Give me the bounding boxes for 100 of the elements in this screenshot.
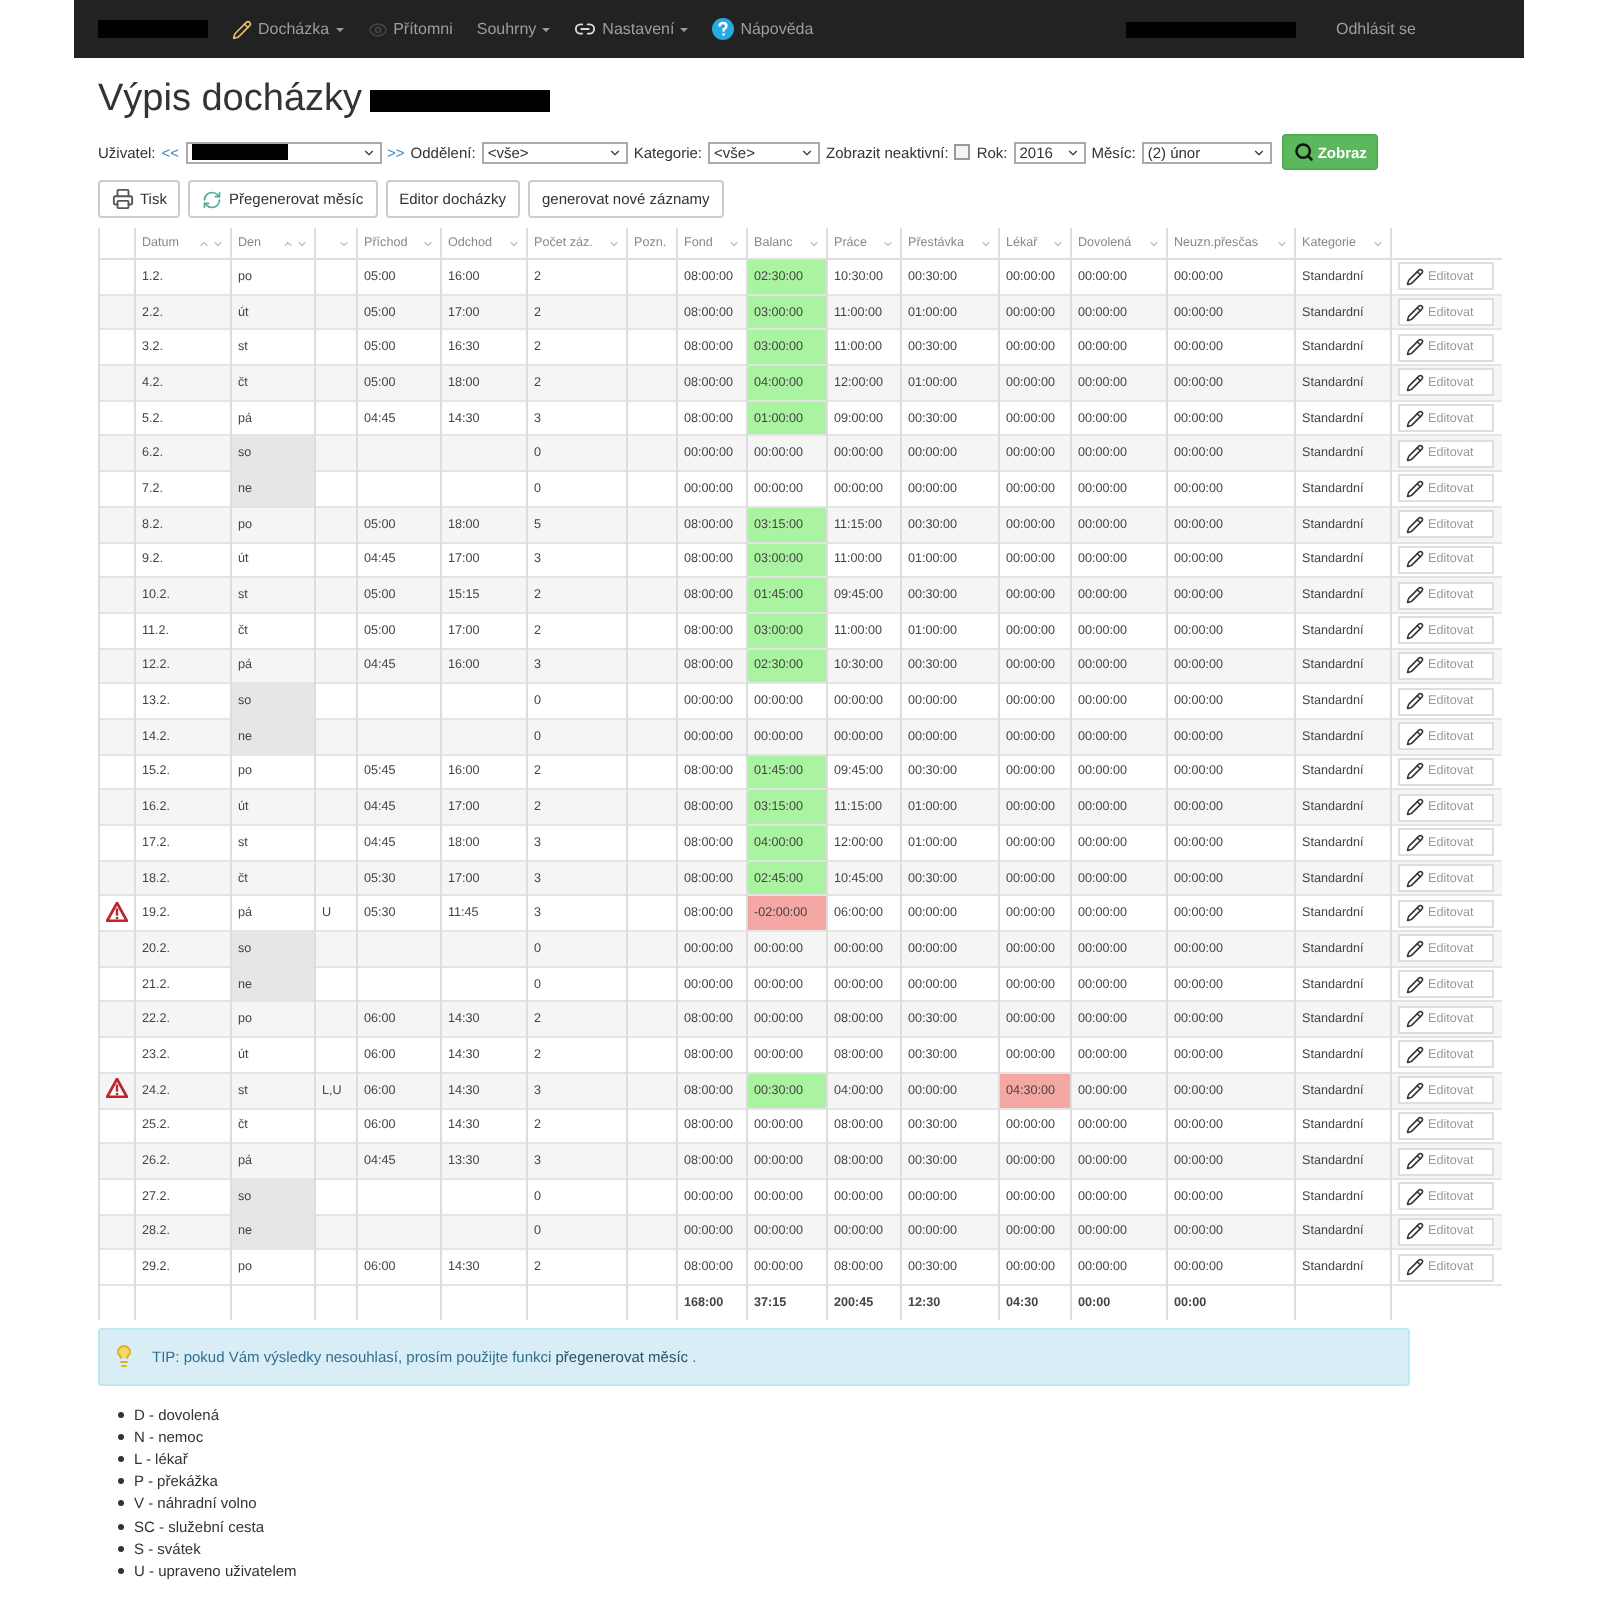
caret-icon — [335, 27, 344, 31]
pencil-icon — [1406, 586, 1424, 605]
bullet-icon — [118, 1411, 124, 1418]
eye-icon — [367, 19, 388, 39]
printer-icon — [112, 188, 134, 210]
pencil-icon — [1406, 1045, 1424, 1064]
pencil-icon — [232, 19, 252, 39]
pencil-icon — [1406, 1187, 1424, 1206]
table-cell — [315, 825, 357, 861]
table-cell — [441, 1178, 527, 1215]
table-cell — [357, 718, 441, 755]
caret-icon — [680, 27, 689, 31]
bullet-icon — [118, 1545, 124, 1552]
bullet-icon — [118, 1523, 124, 1530]
caret-icon — [212, 237, 224, 249]
bullet-icon — [118, 1456, 124, 1463]
caret-icon — [361, 145, 376, 159]
sort-icon — [282, 237, 294, 249]
pencil-icon — [1406, 762, 1424, 781]
warning-icon — [106, 901, 128, 922]
table-cell — [441, 718, 527, 755]
caret-icon — [1251, 145, 1266, 159]
pencil-icon — [1406, 303, 1424, 322]
nav-menu-item[interactable]: Souhrny — [476, 20, 551, 38]
pencil-icon — [1406, 267, 1424, 286]
pencil-icon — [1406, 904, 1424, 923]
pencil-icon — [1406, 621, 1424, 640]
caret-icon — [1052, 237, 1064, 249]
page-title: Výpis docházky — [98, 78, 363, 122]
caret-icon — [1276, 237, 1288, 249]
pencil-icon — [1406, 338, 1424, 357]
caret-icon — [296, 237, 308, 249]
table-cell — [315, 931, 357, 967]
bullet-icon — [118, 1433, 124, 1440]
bullet-icon — [118, 1500, 124, 1507]
caret-icon — [607, 145, 622, 159]
redaction-bar — [98, 20, 208, 38]
table-cell — [315, 506, 357, 542]
pencil-icon — [1406, 550, 1424, 569]
pencil-icon — [1406, 656, 1424, 675]
pencil-icon — [1406, 1010, 1424, 1029]
table-cell — [441, 471, 527, 507]
nav-menu-item[interactable]: Nápověda — [712, 18, 814, 40]
pencil-icon — [1406, 975, 1424, 994]
caret-icon — [608, 237, 620, 249]
pencil-icon — [1406, 727, 1424, 746]
caret-icon — [980, 237, 992, 249]
caret-icon — [800, 145, 815, 159]
caret-icon — [1065, 145, 1080, 159]
caret-icon — [338, 237, 350, 249]
table-cell — [315, 718, 357, 755]
pencil-icon — [1406, 798, 1424, 817]
table-cell — [315, 683, 357, 719]
caret-icon — [882, 237, 894, 249]
table-cell — [357, 683, 441, 719]
table-cell — [357, 471, 441, 507]
pencil-icon — [1406, 515, 1424, 534]
nav-menu-item[interactable]: Nastavení — [574, 18, 689, 40]
help-icon — [712, 18, 735, 40]
pencil-icon — [1406, 1258, 1424, 1277]
pencil-icon — [1406, 1116, 1424, 1135]
pencil-icon — [1406, 692, 1424, 711]
caret-icon — [1372, 237, 1384, 249]
caret-icon — [728, 237, 740, 249]
table-cell — [315, 365, 357, 401]
pencil-icon — [1406, 479, 1424, 498]
table-cell — [315, 1178, 357, 1215]
table-cell — [315, 612, 357, 649]
caret-icon — [422, 237, 434, 249]
logout-link[interactable]: Odhlásit se — [1335, 20, 1416, 38]
pencil-icon — [1406, 444, 1424, 463]
table-cell — [315, 471, 357, 507]
caret-icon — [1148, 237, 1160, 249]
table-cell — [315, 1037, 357, 1073]
nav-menu-item[interactable]: Přítomni — [367, 19, 453, 39]
lightbulb-icon — [112, 1344, 136, 1369]
caret-icon — [808, 237, 820, 249]
pencil-icon — [1406, 833, 1424, 852]
table-cell — [357, 931, 441, 967]
warning-icon — [106, 1078, 128, 1099]
pencil-icon — [1406, 869, 1424, 888]
search-icon — [1293, 142, 1314, 162]
caret-icon — [542, 27, 551, 31]
sort-icon — [198, 237, 210, 249]
table-cell — [441, 931, 527, 967]
table-cell — [315, 1143, 357, 1179]
link-icon — [574, 18, 597, 40]
refresh-icon — [202, 189, 223, 209]
table-cell — [315, 577, 357, 613]
user-select[interactable] — [185, 141, 382, 163]
bullet-icon — [118, 1568, 124, 1575]
nav-menu-item[interactable]: Docházka — [232, 19, 344, 39]
table-cell — [357, 1178, 441, 1215]
pencil-icon — [1406, 1081, 1424, 1100]
table-cell — [441, 683, 527, 719]
pencil-icon — [1406, 1152, 1424, 1171]
caret-icon — [508, 237, 520, 249]
pencil-icon — [1406, 1222, 1424, 1241]
pencil-icon — [1406, 939, 1424, 958]
pencil-icon — [1406, 373, 1424, 392]
